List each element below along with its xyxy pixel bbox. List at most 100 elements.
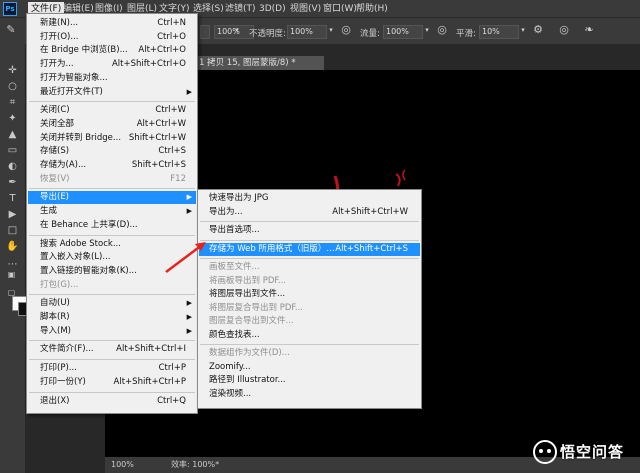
export-menu-item[interactable]: 渲染视频... xyxy=(199,388,420,401)
export-menu-item[interactable]: 将图层导出到文件... xyxy=(199,288,420,301)
menu-item-label: 打包(G)... xyxy=(40,279,79,290)
menu-10[interactable]: 帮助(H) xyxy=(353,2,391,16)
file-menu-item[interactable]: 在 Bridge 中浏览(B)... Alt+Ctrl+O xyxy=(28,44,196,57)
export-menu-item: 将画板导出到 PDF... xyxy=(199,275,420,288)
flow-label: 流量: xyxy=(360,29,380,39)
screen-mode-icon[interactable]: ▢ xyxy=(4,286,19,300)
smoothing-field[interactable]: 10% xyxy=(479,25,519,39)
file-menu-item[interactable]: 打开为... Alt+Shift+Ctrl+O xyxy=(28,58,196,71)
type-tool-icon[interactable]: T xyxy=(5,192,20,206)
file-menu-item[interactable]: 文件简介(F)... Alt+Shift+Ctrl+I xyxy=(28,343,196,356)
file-menu-item[interactable]: 打印(P)... Ctrl+P xyxy=(28,362,196,375)
file-menu-item[interactable]: 生成 ▶ xyxy=(28,205,196,218)
file-menu-item[interactable]: 关闭(C) Ctrl+W xyxy=(28,104,196,117)
file-menu-item[interactable]: 存储为(A)... Shift+Ctrl+S xyxy=(28,159,196,172)
move-tool-icon[interactable]: ✛ xyxy=(5,64,20,78)
export-menu-item[interactable]: 路径到 Illustrator... xyxy=(199,374,420,387)
menu-6[interactable]: 滤镜(T) xyxy=(222,2,259,16)
menu-item-label: 退出(X) xyxy=(40,395,70,406)
file-menu-item[interactable]: 存储(S) Ctrl+S xyxy=(28,145,196,158)
menu-item-label: 置入嵌入对象(L)... xyxy=(40,252,111,263)
chevron-down-icon[interactable]: ▾ xyxy=(324,23,338,37)
file-menu-item[interactable]: 打印一份(Y) Alt+Shift+Ctrl+P xyxy=(28,376,196,389)
tools-panel: ✛ ○ ⌗ ✦ ▲ ▭ ◐ ✒ T ▶ □ ✋ ⋯ ▣ ▢ xyxy=(0,44,32,473)
menu-item-label: Zoomify... xyxy=(209,361,251,372)
submenu-arrow-icon: ▶ xyxy=(186,87,192,96)
path-select-icon[interactable]: ▶ xyxy=(5,208,20,222)
shape-tool-icon[interactable]: □ xyxy=(5,224,20,238)
flow-field[interactable]: 100% xyxy=(383,25,423,39)
menu-8[interactable]: 视图(V) xyxy=(287,2,324,16)
export-menu-item[interactable]: 存储为 Web 所用格式（旧版）... Alt+Shift+Ctrl+S xyxy=(199,242,420,256)
export-menu-item[interactable]: 导出首选项... xyxy=(199,224,420,237)
file-menu-item[interactable]: 导出(E) ▶ xyxy=(28,191,196,205)
file-menu-item[interactable]: 新建(N)... Ctrl+N xyxy=(28,17,196,30)
file-menu-item[interactable]: 导入(M) ▶ xyxy=(28,325,196,338)
menu-separator xyxy=(29,391,195,393)
file-menu-item[interactable]: 打开(O)... Ctrl+O xyxy=(28,31,196,44)
file-menu-item[interactable]: 自动(U) ▶ xyxy=(28,297,196,310)
watermark-text: 悟空问答 xyxy=(560,443,625,461)
mode-dropdown[interactable] xyxy=(200,25,210,39)
menu-item-shortcut: Shift+Ctrl+S xyxy=(131,160,186,170)
file-menu-item[interactable]: 最近打开文件(T) ▶ xyxy=(28,86,196,99)
menu-item-shortcut: Alt+Shift+Ctrl+I xyxy=(116,344,186,355)
airbrush-icon[interactable]: ◎ xyxy=(435,23,449,37)
lasso-tool-icon[interactable]: ○ xyxy=(5,80,20,94)
opacity-field[interactable]: 100% xyxy=(287,25,327,39)
menu-item-label: 数据组作为文件(D)... xyxy=(209,348,290,358)
pressure-opacity-icon[interactable]: ◎ xyxy=(339,23,353,37)
red-arrow-annotation xyxy=(165,242,206,273)
brush-tool-icon[interactable]: ✎ xyxy=(4,23,18,37)
menu-item-shortcut: Ctrl+W xyxy=(155,105,186,116)
menu-item-label: 打开为... xyxy=(40,59,74,70)
export-menu-item[interactable]: 颜色查找表... xyxy=(199,329,420,342)
menu-separator xyxy=(29,340,195,342)
menu-item-label: 在 Behance 上共享(D)... xyxy=(40,219,138,230)
pen-tool-icon[interactable]: ✒ xyxy=(5,176,20,190)
export-menu-item[interactable]: Zoomify... xyxy=(199,361,420,374)
healing-brush-icon[interactable]: ✦ xyxy=(5,112,20,126)
menu-item-label: 快速导出为 JPG xyxy=(209,193,269,203)
menu-item-label: 打印(P)... xyxy=(40,363,77,374)
zoom-level[interactable]: 100% xyxy=(111,457,134,473)
export-menu-item: 数据组作为文件(D)... xyxy=(199,347,420,360)
stamp-tool-icon[interactable]: ▲ xyxy=(5,128,20,142)
menu-item-label: 搜索 Adobe Stock... xyxy=(40,238,121,249)
file-menu-item[interactable]: 关闭全部 Alt+Ctrl+W xyxy=(28,118,196,131)
menu-separator xyxy=(29,294,195,296)
menu-item-shortcut: Ctrl+S xyxy=(158,146,186,157)
menu-item-label: 文件简介(F)... xyxy=(40,344,94,355)
symmetry-icon[interactable]: ❧ xyxy=(582,23,596,37)
export-menu-item[interactable]: 导出为... Alt+Shift+Ctrl+W xyxy=(199,206,420,219)
eraser-tool-icon[interactable]: ▭ xyxy=(5,144,20,158)
efficiency-readout: 效率: 100%* xyxy=(171,460,220,469)
file-menu-item[interactable]: 脚本(R) ▶ xyxy=(28,311,196,324)
submenu-arrow-icon: ▶ xyxy=(186,326,192,335)
menu-separator xyxy=(200,258,419,259)
file-menu-item[interactable]: 在 Behance 上共享(D)... xyxy=(28,219,196,232)
hand-tool-icon[interactable]: ✋ xyxy=(5,240,20,254)
menu-7[interactable]: 3D(D) xyxy=(256,2,289,16)
menu-item-label: 将画板导出到 PDF... xyxy=(209,275,287,286)
blur-tool-icon[interactable]: ◐ xyxy=(5,160,20,174)
export-menu-item[interactable]: 快速导出为 JPG xyxy=(199,192,420,205)
file-menu-item[interactable]: 退出(X) Ctrl+Q xyxy=(28,395,196,408)
pressure-size-icon[interactable]: ◎ xyxy=(557,23,571,37)
menu-item-shortcut: F12 xyxy=(170,173,186,184)
menu-separator xyxy=(200,344,419,345)
submenu-arrow-icon: ▶ xyxy=(186,207,192,216)
menu-item-shortcut: Alt+Shift+Ctrl+S xyxy=(335,243,408,254)
file-menu-item[interactable]: 打开为智能对象... xyxy=(28,72,196,85)
menu-item-label: 脚本(R) xyxy=(40,312,70,322)
chevron-down-icon[interactable]: ▾ xyxy=(420,23,434,37)
document-tab[interactable]: 1 拷贝 15, 图层蒙版/8) * xyxy=(195,56,324,70)
gear-icon[interactable]: ⚙ xyxy=(531,23,545,37)
quick-mask-icon[interactable]: ▣ xyxy=(4,268,19,282)
chevron-down-icon[interactable]: ▾ xyxy=(516,23,530,37)
menu-separator xyxy=(200,239,419,241)
photoshop-logo: Ps xyxy=(3,2,17,16)
chevron-down-icon[interactable]: ▾ xyxy=(230,23,244,37)
crop-tool-icon[interactable]: ⌗ xyxy=(5,96,20,110)
file-menu-item[interactable]: 关闭并转到 Bridge... Shift+Ctrl+W xyxy=(28,132,196,145)
